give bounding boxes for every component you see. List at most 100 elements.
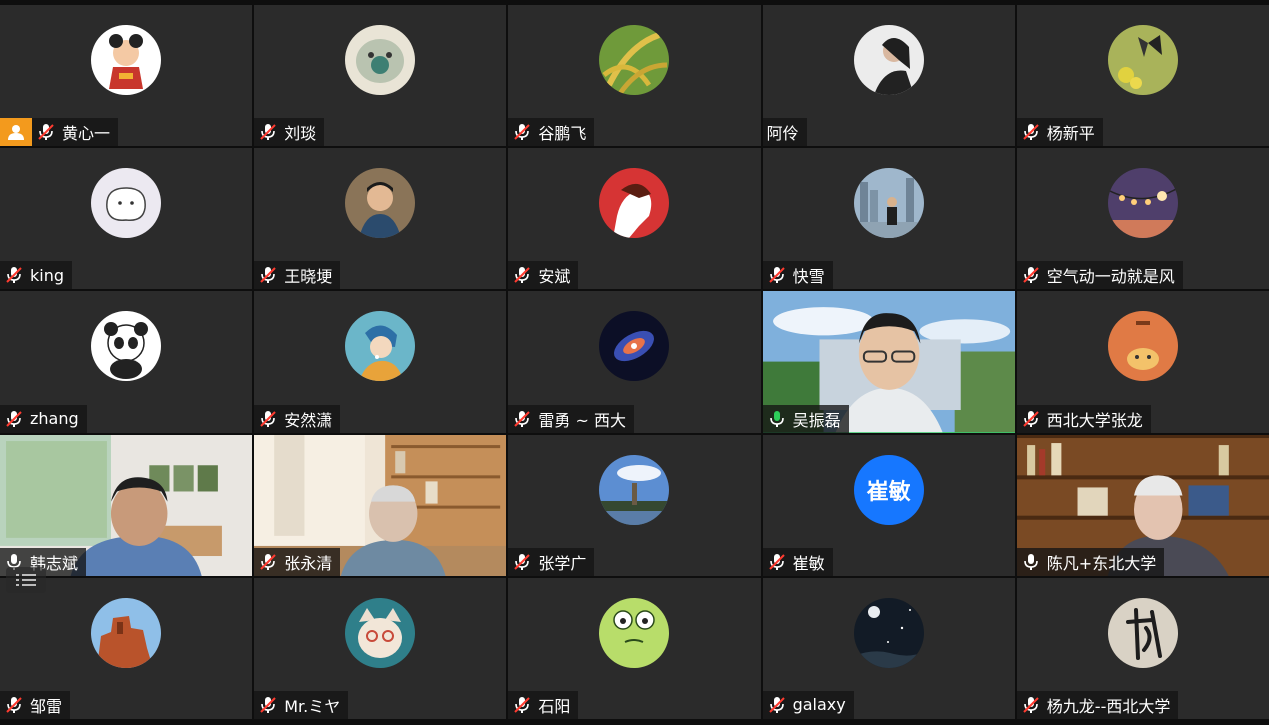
participant-name: zhang bbox=[30, 409, 79, 429]
participant-name: 杨新平 bbox=[1046, 124, 1095, 144]
mic-muted-icon bbox=[767, 695, 787, 715]
participant-tile[interactable]: 张学广 bbox=[508, 434, 761, 576]
participant-tile[interactable]: 杨新平 bbox=[1016, 5, 1269, 147]
participant-grid: 黄心一 刘琰 谷鹏飞 阿伶 杨新平 king 王晓埂 安斌 快雪 空气动一动就是风 zhang 安然潇… bbox=[0, 5, 1269, 719]
mic-muted-icon bbox=[1021, 265, 1041, 285]
participant-tile[interactable]: 西北大学张龙 bbox=[1016, 291, 1269, 433]
mic-muted-icon bbox=[4, 409, 24, 429]
name-label-bar: 张学广 bbox=[508, 547, 595, 576]
avatar bbox=[91, 311, 162, 382]
participant-tile[interactable]: 快雪 bbox=[762, 148, 1015, 290]
mic-muted-icon bbox=[258, 695, 278, 715]
avatar bbox=[345, 311, 416, 382]
participant-tile[interactable]: 石阳 bbox=[508, 577, 761, 719]
name-label-bar: 安斌 bbox=[508, 261, 579, 290]
name-label-bar: 西北大学张龙 bbox=[1016, 404, 1151, 433]
participant-tile[interactable]: 吴振磊 bbox=[762, 291, 1015, 433]
name-label-bar: galaxy bbox=[762, 690, 854, 719]
participant-name: galaxy bbox=[792, 695, 846, 715]
mic-muted-icon bbox=[512, 552, 532, 572]
participant-tile[interactable]: galaxy bbox=[762, 577, 1015, 719]
mic-muted-icon bbox=[767, 552, 787, 572]
mic-on-icon bbox=[1021, 552, 1041, 572]
name-label-bar: 吴振磊 bbox=[762, 404, 849, 433]
avatar bbox=[599, 168, 670, 239]
participant-tile[interactable]: 空气动一动就是风 bbox=[1016, 148, 1269, 290]
participant-tile[interactable]: 王晓埂 bbox=[254, 148, 507, 290]
mic-muted-icon bbox=[767, 265, 787, 285]
participant-tile[interactable]: Mr.ミヤ bbox=[254, 577, 507, 719]
name-label-bar: zhang bbox=[0, 404, 87, 433]
participant-tile[interactable]: 杨九龙--西北大学 bbox=[1016, 577, 1269, 719]
mic-muted-icon bbox=[1021, 409, 1041, 429]
participant-tile[interactable]: 张永清 bbox=[254, 434, 507, 576]
participant-name: king bbox=[30, 265, 65, 285]
mic-muted-icon bbox=[1021, 122, 1041, 142]
participant-tile[interactable]: 雷勇 ~ 西大 bbox=[508, 291, 761, 433]
name-label-bar: 邹雷 bbox=[0, 690, 71, 719]
participant-name: Mr.ミヤ bbox=[284, 696, 341, 716]
participant-name: 刘琰 bbox=[284, 124, 317, 144]
avatar bbox=[91, 168, 162, 239]
avatar bbox=[853, 25, 924, 95]
participant-name: 雷勇 ~ 西大 bbox=[538, 410, 626, 430]
participant-name: 快雪 bbox=[792, 267, 825, 287]
avatar bbox=[1107, 168, 1178, 239]
participant-name: 西北大学张龙 bbox=[1046, 410, 1143, 430]
participant-tile[interactable]: 谷鹏飞 bbox=[508, 5, 761, 147]
participant-name: 邹雷 bbox=[30, 696, 63, 716]
participant-tile[interactable]: 安斌 bbox=[508, 148, 761, 290]
avatar: 崔敏 bbox=[853, 454, 924, 525]
participant-tile[interactable]: 邹雷 bbox=[0, 577, 253, 719]
avatar bbox=[345, 25, 416, 95]
participant-name: 崔敏 bbox=[792, 553, 825, 573]
name-label-bar: 黄心一 bbox=[32, 118, 119, 147]
name-label-bar: 刘琰 bbox=[254, 118, 325, 147]
participant-tile[interactable]: 陈凡+东北大学 bbox=[1016, 434, 1269, 576]
name-label-bar: 安然潇 bbox=[254, 404, 341, 433]
participant-tile[interactable]: 阿伶 bbox=[762, 5, 1015, 147]
mic-muted-icon bbox=[512, 409, 532, 429]
mic-muted-icon bbox=[512, 265, 532, 285]
participant-name: 吴振磊 bbox=[792, 410, 841, 430]
name-label-bar: king bbox=[0, 261, 73, 290]
participant-name: 黄心一 bbox=[62, 124, 111, 144]
avatar bbox=[599, 311, 670, 382]
mic-muted-icon bbox=[512, 695, 532, 715]
participant-name: 张学广 bbox=[538, 553, 587, 573]
name-label-bar: 谷鹏飞 bbox=[508, 118, 595, 147]
name-label-bar: 石阳 bbox=[508, 690, 579, 719]
name-label-bar: 快雪 bbox=[762, 261, 833, 290]
participant-tile[interactable]: 刘琰 bbox=[254, 5, 507, 147]
participant-name: 阿伶 bbox=[766, 124, 799, 144]
avatar bbox=[599, 454, 670, 525]
participant-name: 空气动一动就是风 bbox=[1046, 267, 1175, 287]
participant-tile[interactable]: 韩志斌 bbox=[0, 434, 253, 576]
avatar bbox=[599, 597, 670, 668]
mic-muted-icon bbox=[258, 122, 278, 142]
avatar bbox=[345, 597, 416, 668]
name-label-bar: 雷勇 ~ 西大 bbox=[508, 404, 634, 433]
name-label-bar: 王晓埂 bbox=[254, 261, 341, 290]
participant-tile[interactable]: 崔敏 崔敏 bbox=[762, 434, 1015, 576]
name-label-bar: 陈凡+东北大学 bbox=[1016, 547, 1165, 576]
participant-tile[interactable]: 安然潇 bbox=[254, 291, 507, 433]
name-label-bar: 杨九龙--西北大学 bbox=[1016, 690, 1179, 719]
avatar bbox=[1107, 25, 1178, 95]
participant-tile[interactable]: zhang bbox=[0, 291, 253, 433]
avatar bbox=[1107, 311, 1178, 382]
participant-tile[interactable]: 黄心一 bbox=[0, 5, 253, 147]
mic-muted-icon bbox=[512, 122, 532, 142]
participant-name: 杨九龙--西北大学 bbox=[1046, 696, 1171, 716]
avatar bbox=[91, 597, 162, 668]
mic-muted-icon bbox=[258, 552, 278, 572]
mic-muted-icon bbox=[258, 409, 278, 429]
mic-active-icon bbox=[767, 409, 787, 429]
avatar bbox=[853, 168, 924, 239]
participant-name: 张永清 bbox=[284, 553, 333, 573]
mic-muted-icon bbox=[4, 265, 24, 285]
list-menu-icon[interactable] bbox=[6, 567, 46, 593]
participant-name: 安斌 bbox=[538, 267, 571, 287]
participant-tile[interactable]: king bbox=[0, 148, 253, 290]
mic-muted-icon bbox=[4, 695, 24, 715]
